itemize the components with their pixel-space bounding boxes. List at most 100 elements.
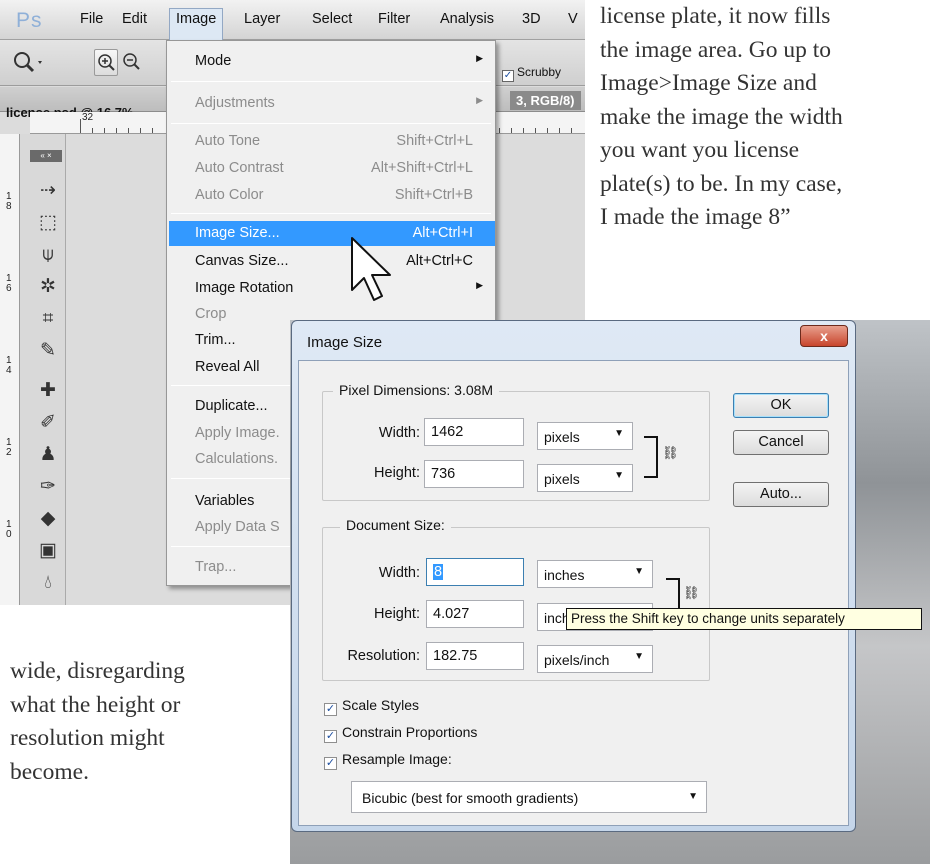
article-line: resolution might bbox=[10, 725, 165, 751]
menu-item-label: Image Size... bbox=[195, 225, 280, 241]
doc-width-input[interactable]: 8 bbox=[426, 558, 524, 586]
resample-image-checkbox[interactable]: ✓ Resample Image: bbox=[324, 751, 452, 770]
menu-item-auto-tone[interactable]: Auto Tone Shift+Ctrl+L bbox=[195, 133, 485, 149]
menu-item-mode[interactable]: Mode ▶ bbox=[195, 53, 485, 69]
article-line: you want you license bbox=[600, 137, 800, 163]
pixel-dimensions-legend: Pixel Dimensions: 3.08M bbox=[333, 382, 500, 398]
vertical-ruler: 18 16 14 12 10 bbox=[0, 134, 20, 605]
magic-wand-tool-icon[interactable]: ✲ bbox=[34, 274, 62, 300]
zoom-out-icon[interactable] bbox=[120, 49, 144, 76]
brush-tool-icon[interactable]: ✐ bbox=[34, 410, 62, 436]
select-value: Bicubic (best for smooth gradients) bbox=[362, 790, 579, 806]
doc-width-label: Width: bbox=[378, 565, 420, 581]
menu-analysis[interactable]: Analysis bbox=[436, 11, 498, 27]
checkbox-label: Constrain Proportions bbox=[342, 724, 478, 740]
crop-tool-icon[interactable]: ⌗ bbox=[34, 306, 62, 332]
select-value: pixels bbox=[544, 471, 580, 487]
tools-panel-header[interactable]: « × bbox=[30, 150, 62, 162]
doc-height-label: Height: bbox=[374, 606, 420, 622]
checkbox-icon: ✓ bbox=[502, 70, 514, 82]
vruler-label: 14 bbox=[6, 355, 12, 376]
menu-3d[interactable]: 3D bbox=[518, 11, 545, 27]
resolution-unit-select[interactable]: pixels/inch ▼ bbox=[537, 645, 653, 673]
scale-styles-checkbox[interactable]: ✓ Scale Styles bbox=[324, 697, 419, 716]
blur-tool-icon[interactable]: 💧︎ bbox=[34, 570, 62, 596]
menu-item-adjustments[interactable]: Adjustments ▶ bbox=[195, 95, 485, 111]
lasso-tool-icon[interactable]: ⍦ bbox=[34, 242, 62, 268]
vruler-label: 16 bbox=[6, 273, 12, 294]
clone-stamp-tool-icon[interactable]: ♟ bbox=[34, 442, 62, 468]
menu-item-auto-contrast[interactable]: Auto Contrast Alt+Shift+Ctrl+L bbox=[195, 160, 485, 176]
doc-width-value: 8 bbox=[433, 564, 444, 580]
gradient-tool-icon[interactable]: ▣ bbox=[34, 538, 62, 564]
history-brush-tool-icon[interactable]: ✑ bbox=[34, 474, 62, 500]
menu-item-label: Auto Color bbox=[195, 187, 264, 203]
menu-layer[interactable]: Layer bbox=[240, 11, 284, 27]
zoom-in-icon[interactable] bbox=[94, 49, 118, 76]
chevron-down-icon: ▼ bbox=[614, 470, 624, 481]
scrubby-zoom-checkbox[interactable]: ✓ Scrubby bbox=[502, 65, 561, 82]
document-size-legend: Document Size: bbox=[340, 517, 451, 533]
select-value: pixels bbox=[544, 429, 580, 445]
ok-button[interactable]: OK bbox=[733, 393, 829, 418]
menu-image[interactable]: Image bbox=[169, 8, 224, 40]
menu-item-label: Image Rotation bbox=[195, 280, 294, 296]
menu-item-auto-color[interactable]: Auto Color Shift+Ctrl+B bbox=[195, 187, 485, 203]
checkbox-icon: ✓ bbox=[324, 730, 337, 743]
menu-item-label: Trim... bbox=[195, 332, 236, 348]
eyedropper-tool-icon[interactable]: ✎ bbox=[34, 338, 62, 364]
zoom-tool-preset[interactable] bbox=[6, 49, 86, 76]
article-text-top: license plate, it now fills the image ar… bbox=[600, 0, 930, 235]
menu-view[interactable]: V bbox=[564, 11, 582, 27]
menu-select[interactable]: Select bbox=[308, 11, 356, 27]
menu-filter[interactable]: Filter bbox=[374, 11, 414, 27]
ruler-label: 32 bbox=[82, 112, 94, 123]
menu-item-label: Apply Image. bbox=[195, 425, 280, 441]
pixel-width-input[interactable]: 1462 bbox=[424, 418, 524, 446]
menu-file[interactable]: File bbox=[76, 11, 107, 27]
submenu-arrow-icon: ▶ bbox=[476, 95, 483, 105]
pixel-height-unit-select[interactable]: pixels ▼ bbox=[537, 464, 633, 492]
move-tool-icon[interactable]: ⇢ bbox=[34, 178, 62, 204]
constrain-proportions-checkbox[interactable]: ✓ Constrain Proportions bbox=[324, 724, 477, 743]
article-line: make the image the width bbox=[600, 103, 843, 130]
menu-item-shortcut: Alt+Shift+Ctrl+L bbox=[371, 160, 473, 176]
healing-brush-tool-icon[interactable]: ✚ bbox=[34, 378, 62, 404]
close-button[interactable]: x bbox=[800, 325, 848, 347]
resample-method-select[interactable]: Bicubic (best for smooth gradients) ▼ bbox=[351, 781, 707, 813]
menu-item-label: Auto Contrast bbox=[195, 160, 284, 176]
checkbox-icon: ✓ bbox=[324, 757, 337, 770]
select-value: inches bbox=[544, 567, 585, 583]
vruler-label: 18 bbox=[6, 191, 12, 212]
menu-item-canvas-size[interactable]: Canvas Size... Alt+Ctrl+C bbox=[195, 253, 485, 269]
pixel-height-input[interactable]: 736 bbox=[424, 460, 524, 488]
menu-item-label: Mode bbox=[195, 53, 232, 69]
chevron-down-icon: ▼ bbox=[614, 428, 624, 439]
menu-item-shortcut: Alt+Ctrl+C bbox=[406, 253, 473, 269]
doc-height-input[interactable]: 4.027 bbox=[426, 600, 524, 628]
checkbox-label: Resample Image: bbox=[342, 751, 452, 767]
menu-item-label: Crop bbox=[195, 306, 227, 322]
article-line: what the height or bbox=[10, 691, 181, 718]
chevron-down-icon: ▼ bbox=[688, 791, 698, 802]
menu-item-label: Calculations. bbox=[195, 451, 279, 467]
link-bracket bbox=[644, 436, 658, 478]
article-text-bottom: wide, disregarding what the height or re… bbox=[10, 655, 260, 789]
auto-button[interactable]: Auto... bbox=[733, 482, 829, 507]
menu-item-shortcut: Shift+Ctrl+L bbox=[396, 133, 473, 149]
pixel-width-unit-select[interactable]: pixels ▼ bbox=[537, 422, 633, 450]
menu-item-image-size[interactable]: Image Size... Alt+Ctrl+I bbox=[195, 225, 485, 241]
cancel-button[interactable]: Cancel bbox=[733, 430, 829, 455]
chain-link-icon: ⛓ bbox=[683, 585, 700, 600]
menu-edit[interactable]: Edit bbox=[118, 11, 151, 27]
menu-item-label: Adjustments bbox=[195, 95, 275, 111]
mouse-pointer-icon bbox=[351, 237, 391, 301]
doc-width-unit-select[interactable]: inches ▼ bbox=[537, 560, 653, 588]
marquee-tool-icon[interactable]: ⬚ bbox=[34, 210, 62, 236]
article-line: Image>Image Size and bbox=[600, 70, 817, 96]
menu-item-label: Duplicate... bbox=[195, 398, 268, 414]
vruler-label: 10 bbox=[6, 519, 12, 540]
resolution-input[interactable]: 182.75 bbox=[426, 642, 524, 670]
menu-item-image-rotation[interactable]: Image Rotation ▶ bbox=[195, 280, 485, 296]
eraser-tool-icon[interactable]: ◆ bbox=[34, 506, 62, 532]
